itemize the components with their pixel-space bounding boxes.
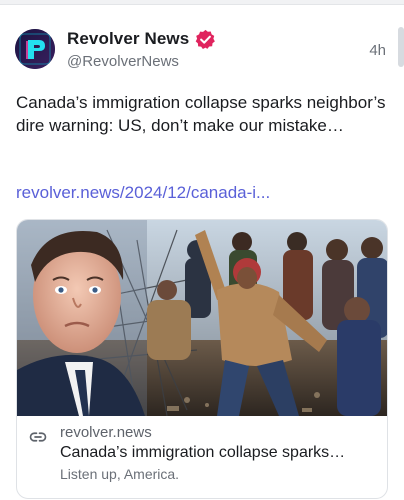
author-handle[interactable]: @RevolverNews (67, 53, 179, 70)
author-name[interactable]: Revolver News (67, 29, 189, 49)
verified-badge-icon (195, 29, 215, 49)
link-preview-image (17, 220, 387, 416)
scrollbar[interactable] (398, 27, 404, 67)
revolver-logo-icon (15, 29, 55, 69)
post-link[interactable]: revolver.news/2024/12/canada-i... (16, 183, 270, 203)
link-preview-meta: revolver.news Canada’s immigration colla… (17, 416, 387, 498)
chain-link-icon (29, 432, 47, 442)
avatar[interactable] (15, 29, 55, 69)
link-title[interactable]: Canada’s immigration collapse sparks… (60, 444, 382, 462)
post-card[interactable]: Revolver News @RevolverNews 4h Canada’s … (0, 4, 404, 500)
link-domain: revolver.news (60, 424, 152, 441)
link-preview-card[interactable]: revolver.news Canada’s immigration colla… (16, 219, 388, 499)
post-timestamp[interactable]: 4h (369, 42, 386, 59)
link-description: Listen up, America. (60, 466, 180, 482)
post-text: Canada’s immigration collapse sparks nei… (16, 93, 386, 135)
